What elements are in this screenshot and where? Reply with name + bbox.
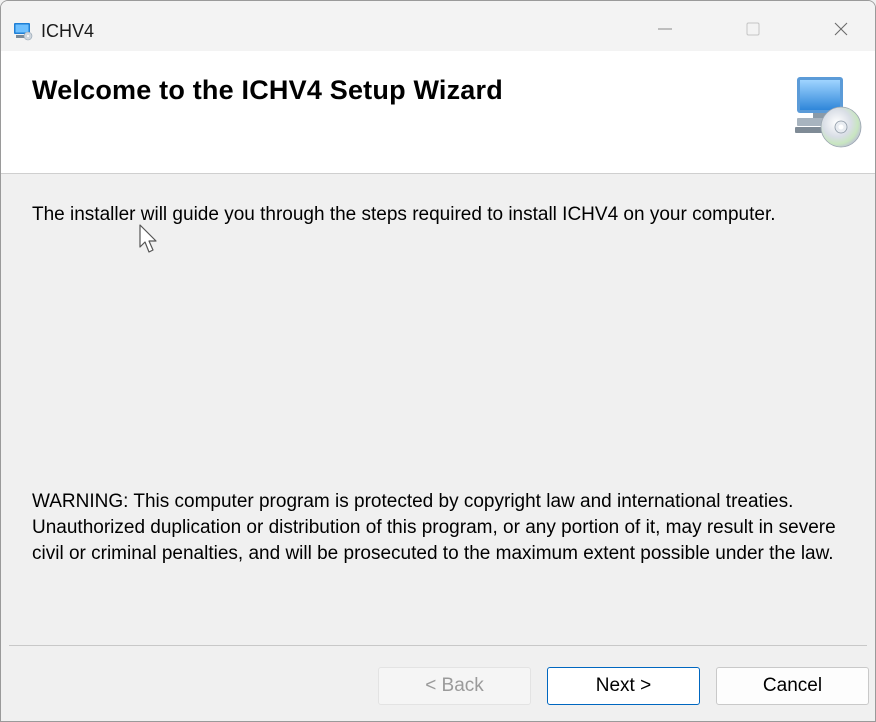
maximize-button[interactable]	[733, 9, 773, 49]
back-button[interactable]: < Back	[378, 667, 531, 705]
minimize-icon	[658, 28, 672, 30]
setup-wizard-window: ICHV4 Welcome to the ICHV4 Setup Wizard	[0, 0, 876, 722]
computer-with-cd-icon	[795, 77, 862, 148]
minimize-button[interactable]	[645, 9, 685, 49]
close-button[interactable]	[821, 9, 861, 49]
page-title: Welcome to the ICHV4 Setup Wizard	[32, 75, 503, 105]
close-icon	[834, 22, 848, 36]
installer-computer-icon	[14, 23, 33, 41]
mouse-cursor-icon	[139, 224, 157, 253]
window-title: ICHV4	[41, 21, 95, 41]
cancel-button[interactable]: Cancel	[716, 667, 869, 705]
footer-divider	[9, 645, 867, 646]
next-button[interactable]: Next >	[547, 667, 700, 705]
wizard-header: Welcome to the ICHV4 Setup Wizard	[1, 51, 875, 174]
maximize-icon	[746, 22, 760, 36]
title-bar[interactable]: ICHV4	[1, 1, 875, 51]
copyright-warning-text: WARNING: This computer program is protec…	[32, 491, 836, 564]
